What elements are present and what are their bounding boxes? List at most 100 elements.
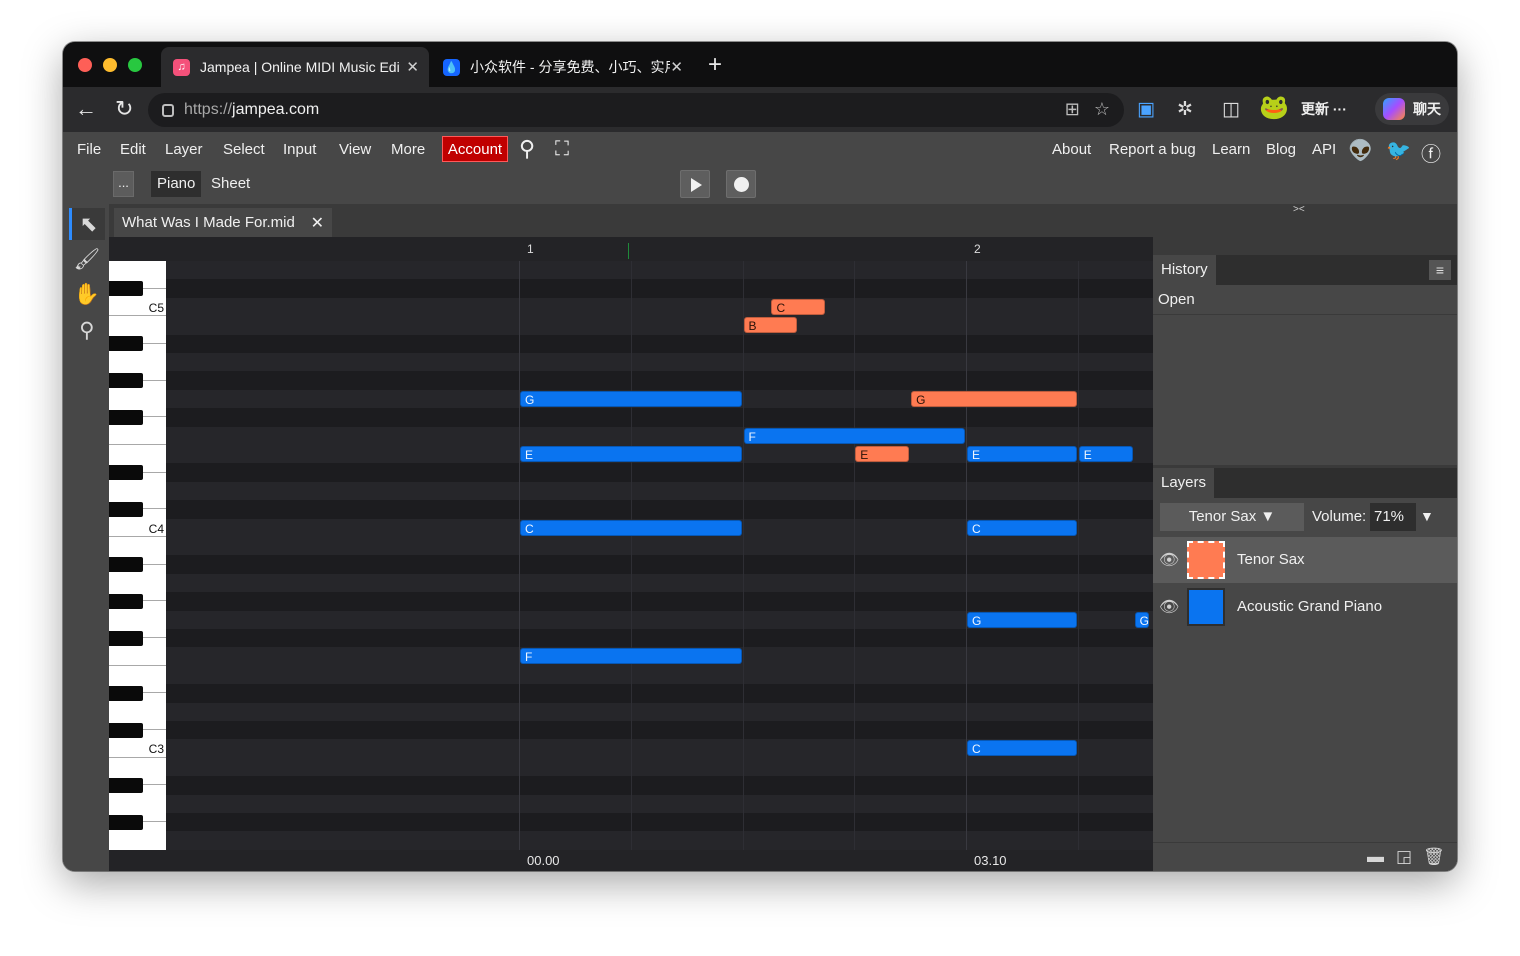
menu-file[interactable]: File (77, 141, 101, 158)
pitch-row[interactable] (166, 794, 1153, 813)
twitter-icon[interactable]: 🐦 (1386, 138, 1411, 163)
instrument-select[interactable]: Tenor Sax ▼ (1160, 503, 1304, 531)
midi-note[interactable]: G (967, 611, 1077, 628)
frog-extension-icon[interactable]: 🐸 (1259, 93, 1289, 122)
pitch-row[interactable] (166, 665, 1153, 685)
menu-more[interactable]: More (391, 141, 425, 158)
history-item[interactable]: Open (1153, 285, 1457, 315)
menu-layer[interactable]: Layer (165, 141, 203, 158)
midi-note[interactable]: F (520, 648, 742, 665)
pitch-row[interactable] (166, 463, 1153, 482)
black-key[interactable] (109, 593, 143, 609)
search-icon[interactable]: ⚲ (519, 136, 535, 162)
minimize-window-button[interactable] (103, 58, 117, 72)
midi-note[interactable]: G (1134, 611, 1150, 628)
black-key[interactable] (109, 777, 143, 793)
black-key[interactable] (109, 280, 143, 296)
pitch-row[interactable] (166, 481, 1153, 501)
link-api[interactable]: API (1312, 141, 1336, 158)
black-key[interactable] (109, 336, 143, 352)
tab-sheet[interactable]: Sheet (205, 171, 256, 197)
midi-note[interactable]: E (520, 446, 742, 462)
trash-icon[interactable]: 🗑 (1423, 847, 1445, 867)
extensions-puzzle-icon[interactable]: ✲ (1177, 98, 1193, 121)
pitch-row[interactable] (166, 297, 1153, 317)
layer-row-tenor-sax[interactable]: 👁 Tenor Sax (1153, 537, 1457, 583)
pitch-row[interactable] (166, 776, 1153, 795)
play-button[interactable] (680, 170, 710, 198)
pitch-row[interactable] (166, 757, 1153, 777)
pitch-row[interactable] (166, 721, 1153, 740)
zoom-tool-icon[interactable]: ⚲ (69, 314, 105, 346)
record-button[interactable] (726, 170, 756, 198)
volume-input[interactable]: 71% (1370, 503, 1416, 531)
midi-note[interactable]: E (1078, 446, 1133, 462)
new-layer-icon[interactable]: ◲ (1396, 847, 1412, 867)
pitch-row[interactable] (166, 316, 1153, 335)
eye-icon[interactable]: 👁 (1159, 597, 1179, 617)
back-arrow-icon[interactable]: ← (75, 96, 97, 122)
menu-input[interactable]: Input (283, 141, 316, 158)
midi-note[interactable]: C (520, 519, 742, 536)
midi-note[interactable]: E (855, 446, 910, 462)
tab-piano[interactable]: Piano (151, 171, 202, 197)
collapse-panel-icon[interactable]: >< (1293, 204, 1305, 215)
pitch-row[interactable] (166, 702, 1153, 721)
split-screen-icon[interactable]: ◫ (1222, 98, 1240, 121)
midi-note[interactable]: G (520, 390, 742, 407)
black-key[interactable] (109, 372, 143, 388)
browser-tab-jampea[interactable]: ♫ Jampea | Online MIDI Music Edit ✕ (161, 47, 429, 87)
hamburger-menu-icon[interactable]: ≡ (1429, 260, 1451, 280)
midi-note[interactable]: F (743, 427, 965, 444)
close-icon[interactable]: ✕ (670, 58, 683, 76)
reload-icon[interactable]: ↻ (115, 96, 133, 122)
pitch-row[interactable] (166, 353, 1153, 372)
fullscreen-icon[interactable]: ⛶ (555, 138, 569, 161)
link-about[interactable]: About (1052, 141, 1091, 158)
pitch-row[interactable] (166, 629, 1153, 648)
hand-tool-icon[interactable]: ✋ (69, 279, 105, 311)
copilot-chat-button[interactable]: 聊天 (1375, 93, 1449, 125)
midi-note[interactable]: B (743, 317, 798, 334)
pitch-row[interactable] (166, 408, 1153, 427)
folder-icon[interactable]: ▬ (1367, 847, 1384, 867)
timeline-ruler[interactable]: 1 2 (109, 237, 1153, 261)
layer-row-acoustic-grand-piano[interactable]: 👁 Acoustic Grand Piano (1153, 584, 1457, 630)
chevron-down-icon[interactable]: ▼ (1420, 508, 1434, 524)
black-key[interactable] (109, 685, 143, 701)
translate-extension-icon[interactable]: ▣ (1137, 98, 1155, 121)
black-key[interactable] (109, 556, 143, 572)
url-input[interactable]: https:// jampea.com ⊞ ☆ (148, 93, 1124, 127)
black-key[interactable] (109, 409, 143, 425)
pitch-row[interactable] (166, 813, 1153, 832)
new-tab-icon[interactable]: + (708, 51, 722, 79)
browser-tab-appinn[interactable]: 💧 小众软件 - 分享免费、小巧、实用 ✕ (431, 47, 693, 87)
menu-select[interactable]: Select (223, 141, 265, 158)
midi-note[interactable]: C (967, 519, 1077, 536)
close-icon[interactable]: ✕ (311, 213, 324, 233)
star-icon[interactable]: ☆ (1094, 99, 1110, 120)
account-button[interactable]: Account (442, 136, 508, 162)
close-window-button[interactable] (78, 58, 92, 72)
piano-roll[interactable]: C5 C4 C3 CBGGFEEEECCGGFC (109, 261, 1153, 850)
update-button[interactable]: 更新 ··· (1301, 99, 1347, 119)
menu-view[interactable]: View (339, 141, 371, 158)
midi-note[interactable]: C (771, 298, 826, 315)
facebook-icon[interactable]: ⓕ (1421, 138, 1441, 167)
apps-grid-icon[interactable]: ⊞ (1065, 99, 1080, 120)
pitch-row[interactable] (166, 537, 1153, 556)
options-button[interactable]: ... (113, 171, 134, 197)
document-tab[interactable]: What Was I Made For.mid ✕ (114, 208, 332, 237)
eye-icon[interactable]: 👁 (1159, 550, 1179, 570)
close-icon[interactable]: ✕ (406, 58, 419, 76)
pitch-row[interactable] (166, 261, 1153, 280)
link-learn[interactable]: Learn (1212, 141, 1250, 158)
black-key[interactable] (109, 722, 143, 738)
pitch-row[interactable] (166, 371, 1153, 390)
black-key[interactable] (109, 501, 143, 517)
piano-keyboard[interactable]: C5 C4 C3 (109, 261, 166, 850)
pitch-row[interactable] (166, 831, 1153, 850)
history-tab[interactable]: History (1153, 255, 1216, 285)
menu-edit[interactable]: Edit (120, 141, 146, 158)
pitch-row[interactable] (166, 426, 1153, 445)
